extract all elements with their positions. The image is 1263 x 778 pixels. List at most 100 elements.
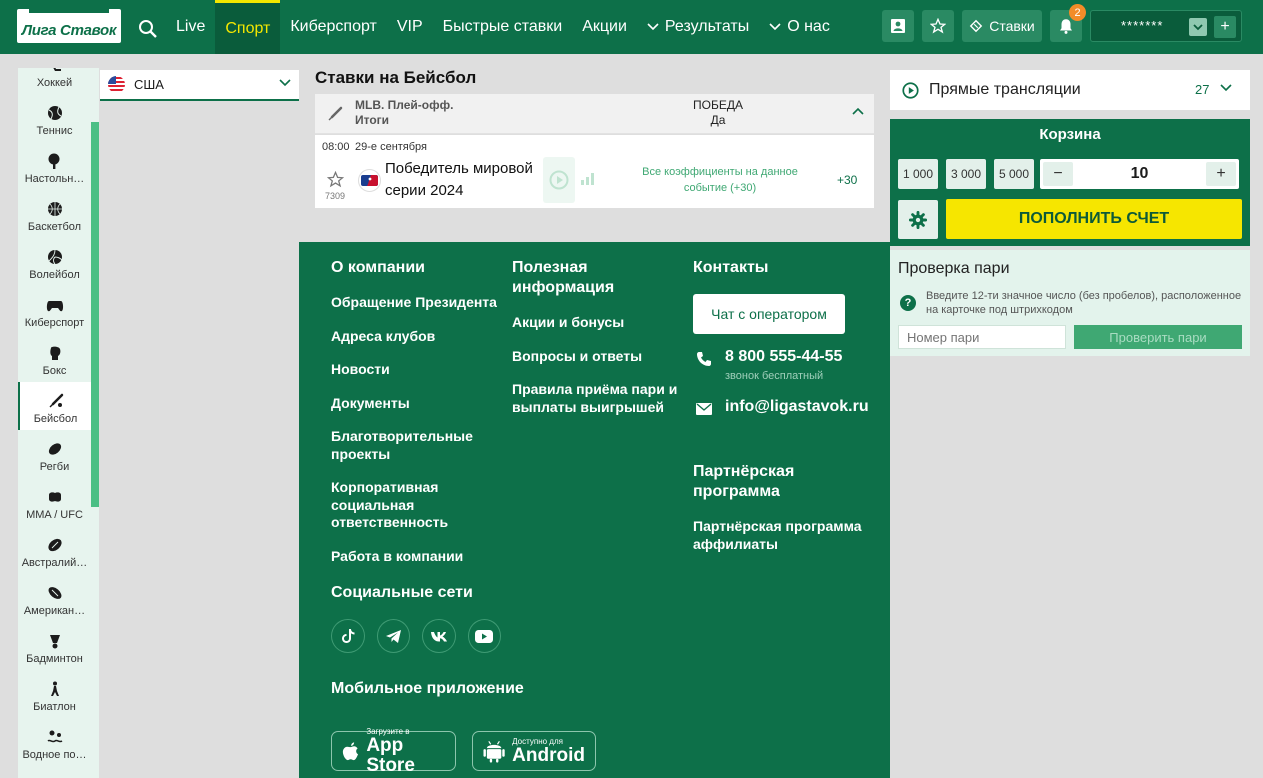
footer-link[interactable]: Новости bbox=[331, 361, 501, 379]
footer-link[interactable]: Работа в компании bbox=[331, 548, 501, 566]
social-links bbox=[331, 619, 501, 653]
nav-live[interactable]: Live bbox=[166, 0, 215, 54]
favorites-button[interactable] bbox=[922, 10, 954, 42]
nav-label: VIP bbox=[396, 18, 423, 35]
email-address: info@ligastavok.ru bbox=[725, 398, 869, 415]
biathlon-icon bbox=[50, 681, 59, 696]
footer-link[interactable]: Адреса клубов bbox=[331, 328, 501, 346]
apple-icon bbox=[342, 741, 359, 760]
footer-link[interactable]: Вопросы и ответы bbox=[512, 348, 682, 366]
search-icon[interactable] bbox=[138, 19, 158, 39]
quick-amount-1000[interactable]: 1 000 bbox=[898, 159, 938, 189]
bet-number-input[interactable] bbox=[898, 325, 1066, 349]
top-up-button[interactable]: ПОПОЛНИТЬ СЧЕТ bbox=[946, 199, 1242, 239]
sidebar-item-boxing[interactable]: Бокс bbox=[18, 334, 91, 382]
nav-about[interactable]: О нас bbox=[759, 0, 840, 54]
nav-label: Быстрые ставки bbox=[442, 18, 563, 35]
android-big: Android bbox=[512, 744, 585, 766]
sidebar-item-hockey[interactable]: Хоккей bbox=[18, 68, 91, 94]
footer-link[interactable]: Партнёрская программа аффилиаты bbox=[693, 518, 878, 553]
stake-stepper[interactable]: − 10 + bbox=[1040, 159, 1239, 189]
nav-esports[interactable]: Киберспорт bbox=[280, 0, 386, 54]
email-contact[interactable]: info@ligastavok.ru bbox=[693, 398, 878, 416]
nav-label: Акции bbox=[582, 18, 627, 35]
event-name[interactable]: Победитель мировой серии 2024 bbox=[385, 158, 535, 202]
slip-settings-button[interactable] bbox=[898, 200, 938, 239]
footer-heading: Партнёрская программа bbox=[693, 463, 795, 500]
nav-sport[interactable]: Спорт bbox=[215, 0, 281, 54]
balance-masked: ******* bbox=[1121, 18, 1164, 33]
telegram-icon[interactable] bbox=[376, 619, 410, 653]
sidebar-item-water-polo[interactable]: Водное по… bbox=[18, 718, 91, 766]
phone-contact[interactable]: 8 800 555-44-55 звонок бесплатный bbox=[693, 348, 878, 382]
sidebar-item-mma[interactable]: MMA / UFC bbox=[18, 478, 91, 526]
mlb-logo-icon bbox=[358, 169, 381, 192]
appstore-text: Загрузите в App Store bbox=[366, 727, 445, 776]
footer-contacts-column: Контакты Чат с оператором 8 800 555-44-5… bbox=[693, 258, 878, 569]
footer-useful-column: Полезная информация Акции и бонусы Вопро… bbox=[512, 258, 682, 432]
profile-button[interactable] bbox=[882, 10, 914, 42]
sidebar-item-aussie-football[interactable]: Австралий… bbox=[18, 526, 91, 574]
stats-bars-icon[interactable] bbox=[580, 171, 596, 185]
android-button[interactable]: Доступно для Android bbox=[472, 731, 596, 771]
nav-fast-bets[interactable]: Быстрые ставки bbox=[433, 0, 573, 54]
chat-operator-button[interactable]: Чат с оператором bbox=[693, 294, 845, 334]
footer-company-column: О компании Обращение Президента Адреса к… bbox=[331, 258, 524, 715]
nav-promotions[interactable]: Акции bbox=[572, 0, 637, 54]
nav-label: Результаты bbox=[664, 18, 750, 35]
table-tennis-icon bbox=[48, 153, 59, 169]
more-markets-count[interactable]: +30 bbox=[837, 173, 857, 187]
hockey-icon bbox=[52, 68, 61, 71]
market-title: ПОБЕДА bbox=[693, 98, 743, 112]
country-select[interactable]: США bbox=[100, 70, 299, 101]
sidebar-scrollbar[interactable] bbox=[91, 122, 99, 507]
footer-link[interactable]: Документы bbox=[331, 395, 501, 413]
footer-link[interactable]: Акции и бонусы bbox=[512, 314, 682, 332]
check-bet-button[interactable]: Проверить пари bbox=[1074, 325, 1242, 349]
deposit-plus-button[interactable]: + bbox=[1214, 16, 1236, 38]
chevron-up-icon[interactable] bbox=[852, 107, 864, 115]
sidebar-item-badminton[interactable]: Бадминтон bbox=[18, 622, 91, 670]
favorite-star-icon[interactable] bbox=[327, 171, 344, 188]
sidebar-item-rugby[interactable]: Регби bbox=[18, 430, 91, 478]
live-stream-button[interactable] bbox=[543, 157, 575, 203]
logo[interactable]: Лига Ставок bbox=[17, 9, 121, 43]
footer-heading: Контакты bbox=[693, 259, 769, 276]
footer-link[interactable]: Правила приёма пари и выплаты выигрышей bbox=[512, 381, 682, 416]
league-header[interactable]: MLB. Плей-офф. Итоги ПОБЕДА Да bbox=[315, 94, 874, 134]
youtube-icon[interactable] bbox=[467, 619, 501, 653]
sidebar-item-biathlon[interactable]: Биатлон bbox=[18, 670, 91, 718]
footer-link[interactable]: Корпоративная социальная ответственность bbox=[331, 479, 451, 532]
chevron-down-icon[interactable] bbox=[1220, 84, 1232, 92]
tiktok-icon[interactable] bbox=[331, 619, 365, 653]
bets-label: Ставки bbox=[989, 18, 1035, 34]
chevron-down-icon bbox=[279, 79, 291, 87]
sidebar-item-basketball[interactable]: Баскетбол bbox=[18, 190, 91, 238]
nav-label: Live bbox=[176, 18, 206, 35]
nav-vip[interactable]: VIP bbox=[387, 0, 433, 54]
sidebar-item-esports[interactable]: Киберспорт bbox=[18, 286, 91, 334]
quick-amount-5000[interactable]: 5 000 bbox=[994, 159, 1034, 189]
water-polo-icon bbox=[46, 730, 62, 743]
footer-link[interactable]: Обращение Президента bbox=[331, 294, 501, 312]
footer-link[interactable]: Благотворительные проекты bbox=[331, 428, 501, 463]
sidebar-item-baseball[interactable]: Бейсбол bbox=[18, 382, 91, 430]
event-id: 7309 bbox=[325, 191, 346, 201]
live-streams-panel[interactable]: Прямые трансляции 27 bbox=[890, 70, 1250, 110]
sidebar-item-table-tennis[interactable]: Настольн… bbox=[18, 142, 91, 190]
sidebar-item-volleyball[interactable]: Волейбол bbox=[18, 238, 91, 286]
appstore-button[interactable]: Загрузите в App Store bbox=[331, 727, 456, 775]
sidebar-item-american-football[interactable]: Америкaн… bbox=[18, 574, 91, 622]
notifications-button[interactable]: 2 bbox=[1050, 4, 1086, 42]
all-odds-link[interactable]: Все коэффициенты на данное событие (+30) bbox=[620, 164, 820, 196]
nav-results[interactable]: Результаты bbox=[637, 0, 759, 54]
quick-amount-3000[interactable]: 3 000 bbox=[946, 159, 986, 189]
account-dropdown[interactable] bbox=[1189, 18, 1207, 36]
bets-button[interactable]: Ставки bbox=[962, 10, 1042, 42]
account-widget[interactable]: ******* + bbox=[1090, 10, 1242, 42]
sidebar-item-tennis[interactable]: Теннис bbox=[18, 94, 91, 142]
vk-icon[interactable] bbox=[422, 619, 456, 653]
baseball-icon bbox=[49, 393, 63, 408]
event-row[interactable]: 08:00 29-е сентября 7309 Победитель миро… bbox=[315, 135, 874, 208]
stake-plus-button[interactable]: + bbox=[1206, 162, 1236, 186]
